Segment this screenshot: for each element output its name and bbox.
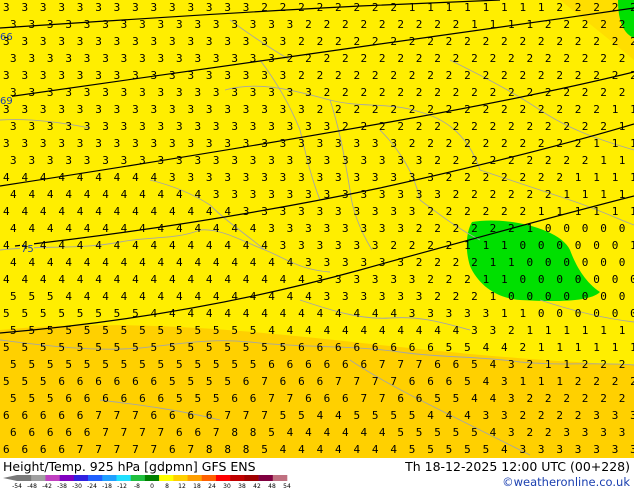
legend-swatch xyxy=(102,475,117,481)
digit-row: 3 3 3 3 3 3 3 3 3 3 3 3 3 3 3 3 2 2 2 2 … xyxy=(3,69,634,82)
legend-swatch xyxy=(187,475,203,481)
digit-row: 6 6 6 6 7 7 7 7 7 6 7 8 8 8 5 4 4 4 4 4 … xyxy=(3,443,634,456)
legend-tick-label: 30 xyxy=(223,483,231,490)
digit-row: 5 5 5 6 6 6 6 6 6 5 5 5 6 6 7 7 6 6 6 7 … xyxy=(10,392,634,405)
legend-tick-label: 42 xyxy=(253,483,261,490)
legend-swatch xyxy=(31,475,46,481)
run-timestamp: Th 18-12-2025 12:00 UTC (00+228) xyxy=(405,459,630,474)
map-canvas: 66 69 75 3 3 3 3 3 3 3 3 3 3 3 3 3 3 2 2… xyxy=(0,0,634,458)
legend-tick-label: 18 xyxy=(193,483,201,490)
digit-row: 3 3 3 3 3 3 3 3 3 3 3 3 3 3 3 3 3 3 3 3 … xyxy=(3,137,634,150)
legend-swatch xyxy=(258,475,274,481)
digit-row: 4 4 4 4 4 4 4 4 4 4 4 4 4 4 4 4 4 3 3 3 … xyxy=(3,273,634,286)
digit-row: 4 4 4 4 4 4 4 4 4 4 4 4 4 4 4 4 3 3 3 3 … xyxy=(10,256,634,269)
legend-tick-label: -12 xyxy=(117,483,127,490)
site-credit: ©weatheronline.co.uk xyxy=(502,475,630,489)
legend-swatch xyxy=(201,475,217,481)
legend-swatch xyxy=(244,475,259,481)
legend-tick-label: -48 xyxy=(27,483,37,490)
digit-row: 3 3 3 3 3 3 3 3 3 3 3 3 3 3 3 3 2 2 2 2 … xyxy=(3,35,634,48)
legend-swatch xyxy=(230,475,245,481)
legend-swatch xyxy=(17,475,32,481)
legend-swatch xyxy=(272,475,288,481)
color-scale-legend: -54 -48 -42 -38 -30 -24 -18 -12 -8 0 8 12 18 24 30 38 42… xyxy=(3,475,291,490)
chart-title: Height/Temp. 925 hPa [gdpmn] GFS ENS xyxy=(3,459,256,474)
legend-tick-label: -18 xyxy=(102,483,112,490)
legend-swatch xyxy=(73,475,89,481)
legend-swatch xyxy=(45,475,60,481)
digit-row: 5 5 5 5 5 5 5 5 4 4 4 4 4 4 4 4 4 4 4 4 … xyxy=(3,307,634,320)
digit-row: 4 4 4 4 4 4 4 4 4 4 4 3 3 3 3 3 3 3 3 3 … xyxy=(10,188,634,201)
digit-row: 3 3 3 3 3 3 3 3 3 3 3 3 3 3 3 2 2 2 2 2 … xyxy=(10,52,634,65)
legend-tick-label: 0 xyxy=(150,483,154,490)
legend-swatch xyxy=(173,475,188,481)
digit-row: 5 5 5 5 5 5 5 5 5 5 5 5 5 5 6 6 6 6 6 6 … xyxy=(10,358,634,371)
legend-tick-label: -30 xyxy=(72,483,82,490)
legend-tick-label: 38 xyxy=(238,483,246,490)
legend-tick-label: -42 xyxy=(42,483,52,490)
legend-arrow-left xyxy=(3,475,17,481)
legend-swatch xyxy=(215,475,231,481)
legend-swatch xyxy=(116,475,131,481)
legend-swatch xyxy=(159,475,174,481)
legend-tick-label: 24 xyxy=(208,483,216,490)
digit-row: 5 5 5 6 6 6 6 6 6 5 5 5 5 6 7 6 6 6 7 7 … xyxy=(3,375,634,388)
legend-tick-label: -8 xyxy=(134,483,140,490)
digit-row: 3 3 3 3 3 3 3 3 3 3 3 3 3 3 3 3 3 3 3 3 … xyxy=(10,154,634,167)
legend-tick-label: -38 xyxy=(57,483,67,490)
digit-row: 4 4 4 4 4 4 4 4 4 4 4 4 4 4 3 3 3 3 3 3 … xyxy=(10,222,634,235)
legend-tick-label: 8 xyxy=(165,483,169,490)
legend-tick-label: 54 xyxy=(283,483,291,490)
legend-tick-label: -54 xyxy=(12,483,22,490)
digit-row: 5 5 5 5 5 5 5 5 5 5 5 5 5 5 5 5 6 6 6 6 … xyxy=(3,341,634,354)
digit-row: 4 4 4 4 4 4 4 4 4 4 4 4 4 3 3 3 3 3 3 3 … xyxy=(3,205,634,218)
legend-swatch xyxy=(130,475,146,481)
digit-row: 4 4 4 4 4 4 4 4 4 4 4 4 4 4 4 3 3 3 3 3 … xyxy=(3,239,634,252)
legend-tick-label: 12 xyxy=(178,483,186,490)
legend-swatch xyxy=(59,475,75,481)
digit-row: 3 3 3 3 3 3 3 3 3 3 3 3 3 3 3 3 3 2 2 2 … xyxy=(3,103,634,116)
map-footer: Height/Temp. 925 hPa [gdpmn] GFS ENS Th … xyxy=(0,458,634,490)
weather-map: 66 69 75 3 3 3 3 3 3 3 3 3 3 3 3 3 3 2 2… xyxy=(0,0,634,458)
digit-row: 3 3 3 3 3 3 3 3 3 3 3 3 3 3 2 2 2 2 2 2 … xyxy=(3,1,634,14)
digit-row: 4 4 4 4 4 4 4 4 4 3 3 3 3 3 3 3 3 3 3 3 … xyxy=(3,171,634,184)
digit-row: 6 6 6 6 6 7 7 7 6 6 6 6 7 7 7 5 5 4 4 5 … xyxy=(3,409,634,422)
digit-row: 3 3 3 3 3 3 3 3 3 3 3 3 3 3 3 3 3 3 2 2 … xyxy=(10,120,634,133)
digit-row: 3 3 3 3 3 3 3 3 3 3 3 3 3 3 3 3 3 2 2 2 … xyxy=(10,86,634,99)
digit-row: 5 5 5 5 5 5 5 5 5 5 5 5 5 5 4 4 4 4 4 4 … xyxy=(10,324,634,337)
digit-row: 3 3 3 3 3 3 3 3 3 3 3 3 3 3 3 3 2 2 2 2 … xyxy=(10,18,634,31)
legend-tick-label: 48 xyxy=(268,483,276,490)
legend-swatch xyxy=(88,475,103,481)
legend-swatches xyxy=(3,475,288,481)
digit-row: 6 6 6 6 6 7 7 7 7 6 6 7 8 8 5 4 4 4 4 4 … xyxy=(10,426,634,439)
legend-swatch xyxy=(144,475,160,481)
legend-tick-label: -24 xyxy=(87,483,97,490)
legend-ticks: -54 -48 -42 -38 -30 -24 -18 -12 -8 0 8 12 18 24 30 38 42… xyxy=(12,483,291,490)
temperature-digit-grid: 3 3 3 3 3 3 3 3 3 3 3 3 3 3 2 2 2 2 2 2 … xyxy=(3,1,634,456)
digit-row: 5 5 5 4 4 4 4 4 4 4 4 4 4 4 4 4 4 3 3 3 … xyxy=(10,290,634,303)
